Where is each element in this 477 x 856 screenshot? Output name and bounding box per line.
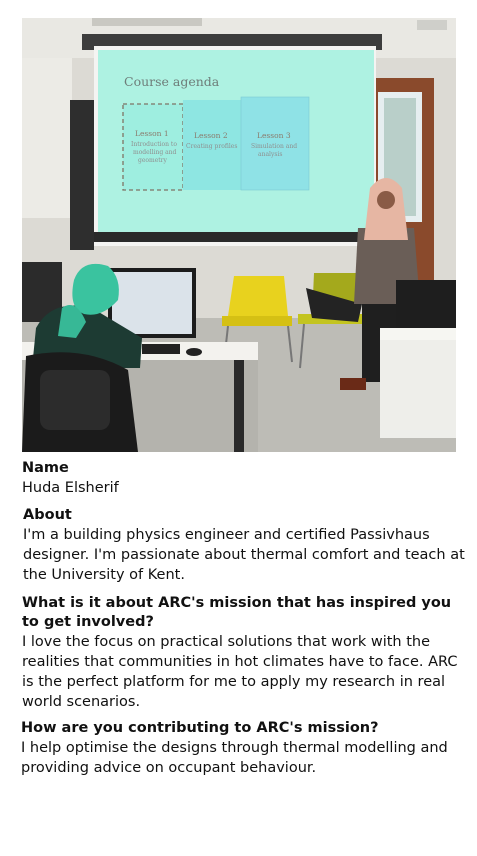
slide-lesson-2-line-1: Creating profiles <box>186 143 237 150</box>
slide-lesson-3-line-1: Simulation and <box>251 143 297 150</box>
mission-inspiration-question: What is it about ARC's mission that has … <box>22 595 452 630</box>
name-section: Name Huda Elsherif <box>22 459 468 498</box>
profile-photo: Course agenda Lesson 1 Introduction to m… <box>22 18 456 452</box>
slide-lesson-1-line-1: Introduction to <box>131 141 177 148</box>
name-label: Name <box>22 460 69 476</box>
mission-inspiration-section: What is it about ARC's mission that has … <box>22 594 470 712</box>
mission-contribution-question: How are you contributing to ARC's missio… <box>21 720 379 736</box>
about-label: About <box>23 507 72 523</box>
about-text: I'm a building physics engineer and cert… <box>23 527 465 583</box>
slide-lesson-1-heading: Lesson 1 <box>135 129 169 138</box>
slide-lesson-1-line-3: geometry <box>138 157 168 164</box>
mission-inspiration-answer: I love the focus on practical solutions … <box>22 634 458 710</box>
mission-contribution-answer: I help optimise the designs through ther… <box>21 740 448 776</box>
name-value: Huda Elsherif <box>22 480 119 496</box>
about-section: About I'm a building physics engineer an… <box>23 506 469 585</box>
mission-contribution-section: How are you contributing to ARC's missio… <box>21 719 471 778</box>
slide-lesson-2-heading: Lesson 2 <box>194 131 228 140</box>
slide-title: Course agenda <box>124 74 220 89</box>
classroom-photo-illustration: Course agenda Lesson 1 Introduction to m… <box>22 18 456 452</box>
slide-lesson-3-line-2: analysis <box>258 151 282 158</box>
slide-lesson-3-heading: Lesson 3 <box>257 131 291 140</box>
profile-page: Course agenda Lesson 1 Introduction to m… <box>0 0 477 856</box>
slide-lesson-1-line-2: modelling and <box>133 149 177 156</box>
